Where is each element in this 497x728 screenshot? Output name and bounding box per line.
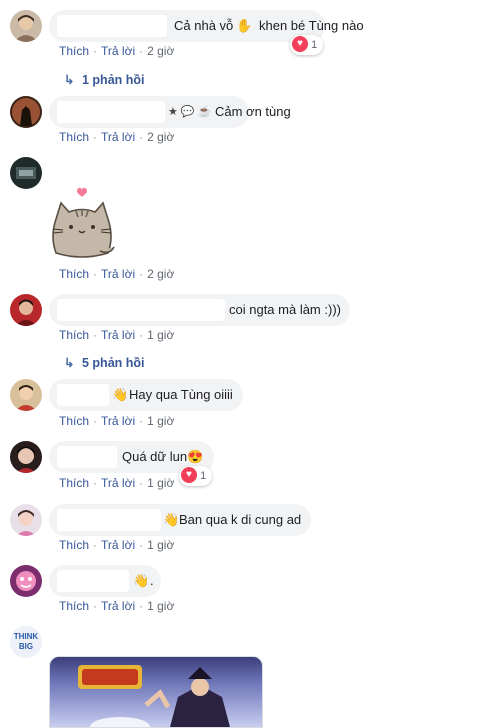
timestamp[interactable]: 2 giờ (147, 44, 174, 58)
comment-bubble: coi ngta mà làm :))) (49, 294, 350, 326)
timestamp[interactable]: 1 giờ (147, 538, 174, 552)
view-replies-link[interactable]: ↳ 5 phản hồi (64, 355, 145, 370)
like-link[interactable]: Thích (59, 538, 89, 552)
comment-actions: Thích · Trả lời · 2 giờ (59, 44, 175, 58)
replies-count-label: 5 phản hồi (82, 356, 145, 370)
like-link[interactable]: Thích (59, 414, 89, 428)
reply-link[interactable]: Trả lời (101, 476, 135, 490)
comment-actions: Thích · Trả lời · 2 giờ (59, 130, 175, 144)
waving-hand-emoji: 👋 (163, 512, 180, 527)
reply-link[interactable]: Trả lời (101, 328, 135, 342)
hidden-username (57, 384, 109, 406)
reaction-summary[interactable]: ♥ 1 (179, 466, 213, 486)
timestamp[interactable]: 2 giờ (147, 267, 174, 281)
emoji-prefix: ★ 💬 ☕ (168, 106, 212, 118)
comment-text: Hay qua Tùng oiiii (129, 387, 233, 402)
comment-actions: Thích · Trả lời · 1 giờ (59, 599, 175, 613)
raised-hand-emoji: ✋ (236, 18, 253, 33)
game-promo-image[interactable] (49, 656, 263, 728)
reaction-count: 1 (311, 39, 318, 51)
comment-bubble: Cả nhà vỗ ✋ khen bé Tùng nào (49, 10, 364, 42)
comment-bubble: 👋 Hay qua Tùng oiiii (49, 379, 243, 411)
avatar[interactable] (10, 504, 42, 536)
comment-text: . (150, 573, 154, 588)
reply-arrow-icon: ↳ (64, 73, 75, 87)
reply-link[interactable]: Trả lời (101, 414, 135, 428)
avatar[interactable] (10, 157, 42, 189)
avatar[interactable]: THINK BIG (10, 626, 42, 658)
comment-text: Cảm ơn tùng (215, 104, 291, 119)
avatar[interactable] (10, 379, 42, 411)
comment-actions: Thích · Trả lời · 1 giờ (59, 414, 175, 428)
like-link[interactable]: Thích (59, 267, 89, 281)
comment-text: Ban qua k di cung ad (179, 512, 302, 527)
like-link[interactable]: Thích (59, 599, 89, 613)
hidden-username (57, 101, 165, 123)
comment-actions: Thích · Trả lời · 2 giờ (59, 267, 175, 281)
timestamp[interactable]: 1 giờ (147, 328, 174, 342)
comment-text: Cả nhà vỗ (174, 18, 234, 33)
comment-actions: Thích · Trả lời · 1 giờ (59, 476, 175, 490)
timestamp[interactable]: 1 giờ (147, 476, 174, 490)
reply-link[interactable]: Trả lời (101, 267, 135, 281)
timestamp[interactable]: 1 giờ (147, 414, 174, 428)
comment-bubble: ★ 💬 ☕ Cảm ơn tùng (49, 96, 291, 128)
avatar[interactable] (10, 294, 42, 326)
avatar[interactable] (10, 441, 42, 473)
comment-text: Quá dữ lun (122, 449, 188, 464)
like-link[interactable]: Thích (59, 476, 89, 490)
like-link[interactable]: Thích (59, 328, 89, 342)
reply-link[interactable]: Trả lời (101, 130, 135, 144)
timestamp[interactable]: 1 giờ (147, 599, 174, 613)
comment-text: coi ngta mà làm :))) (229, 302, 341, 317)
reaction-count: 1 (200, 470, 207, 482)
reply-arrow-icon: ↳ (64, 356, 75, 370)
heart-icon: ♥ (181, 467, 197, 484)
hidden-username (57, 570, 129, 592)
reply-link[interactable]: Trả lời (101, 44, 135, 58)
waving-hand-emoji: 👋 (133, 573, 150, 588)
waving-hand-emoji: 👋 (112, 387, 129, 402)
replies-count-label: 1 phản hồi (82, 73, 145, 87)
reaction-summary[interactable]: ♥ 1 (290, 35, 324, 55)
reply-link[interactable]: Trả lời (101, 538, 135, 552)
avatar[interactable] (10, 10, 42, 42)
like-link[interactable]: Thích (59, 44, 89, 58)
comment-bubble: 👋 . (49, 565, 161, 597)
avatar-text: THINK BIG (13, 632, 39, 651)
reply-link[interactable]: Trả lời (101, 599, 135, 613)
view-replies-link[interactable]: ↳ 1 phản hồi (64, 72, 145, 87)
comment-bubble: 👋 Ban qua k di cung ad (49, 504, 311, 536)
hidden-username (57, 299, 225, 321)
pusheen-sticker[interactable] (48, 185, 118, 263)
hidden-username (57, 509, 161, 531)
avatar[interactable] (10, 565, 42, 597)
heart-icon: ♥ (292, 36, 308, 53)
like-link[interactable]: Thích (59, 130, 89, 144)
hidden-username (57, 446, 117, 468)
comment-actions: Thích · Trả lời · 1 giờ (59, 328, 175, 342)
avatar[interactable] (10, 96, 42, 128)
comment-actions: Thích · Trả lời · 1 giờ (59, 538, 175, 552)
hidden-username (57, 15, 167, 37)
timestamp[interactable]: 2 giờ (147, 130, 174, 144)
